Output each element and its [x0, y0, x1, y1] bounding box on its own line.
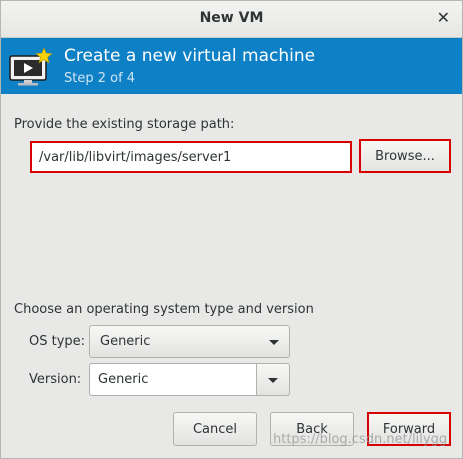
- window-title: New VM: [199, 10, 264, 26]
- browse-button[interactable]: Browse...: [359, 139, 451, 173]
- banner-title: Create a new virtual machine: [64, 46, 316, 66]
- step-indicator: Step 2 of 4: [64, 71, 136, 86]
- version-label: Version:: [29, 372, 82, 387]
- os-type-value: Generic: [100, 334, 151, 349]
- os-type-label: OS type:: [29, 334, 86, 349]
- os-section-label: Choose an operating system type and vers…: [14, 302, 314, 317]
- chevron-down-icon: [269, 340, 279, 345]
- storage-path-label: Provide the existing storage path:: [14, 117, 235, 132]
- version-dropdown-button[interactable]: [256, 363, 290, 396]
- os-type-dropdown[interactable]: Generic: [89, 325, 290, 358]
- title-bar: New VM ✕: [1, 1, 462, 38]
- cancel-button-label: Cancel: [192, 421, 238, 437]
- close-icon[interactable]: ✕: [437, 9, 450, 27]
- cancel-button[interactable]: Cancel: [173, 412, 257, 446]
- watermark-text: https://blog.csdn.net/lilygg: [273, 432, 448, 447]
- chevron-down-icon: [268, 378, 278, 383]
- new-vm-dialog: New VM ✕ Create a new virtual machine St…: [0, 0, 463, 459]
- browse-button-label: Browse...: [375, 148, 435, 164]
- version-combobox: [89, 363, 290, 396]
- header-banner: Create a new virtual machine Step 2 of 4: [1, 38, 462, 94]
- vm-monitor-icon: [9, 47, 53, 86]
- version-input[interactable]: [89, 363, 256, 396]
- storage-path-input[interactable]: [30, 141, 352, 173]
